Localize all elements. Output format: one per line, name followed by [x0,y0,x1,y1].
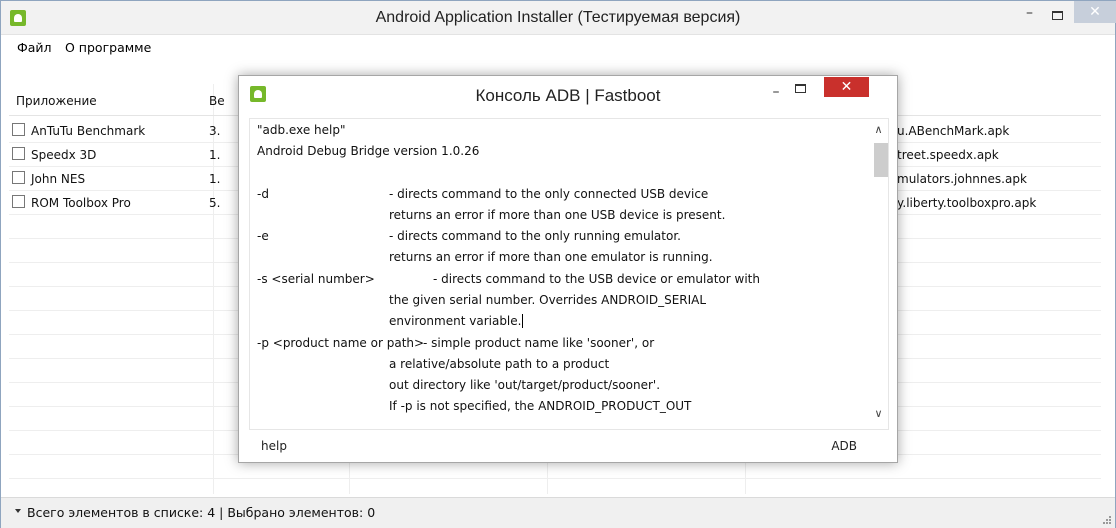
app-file: treet.speedx.apk [897,148,999,162]
maximize-button[interactable] [1044,5,1071,27]
console-line: - directs command to the only connected … [389,187,709,201]
app-file: y.liberty.toolboxpro.apk [897,196,1037,210]
console-line: the given serial number. Overrides ANDRO… [389,293,707,307]
scroll-down-icon[interactable]: ∨ [869,407,888,420]
console-line: If -p is not specified, the ANDROID_PROD… [389,399,692,413]
app-name: John NES [31,172,86,186]
console-close-button[interactable]: ✕ [824,77,869,97]
app-file: mulators.johnnes.apk [897,172,1027,186]
console-title-bar[interactable]: Консоль ADB | Fastboot – ✕ [239,76,897,118]
maximize-icon [795,84,806,93]
title-bar[interactable]: Android Application Installer (Тестируем… [1,1,1116,35]
console-line: returns an error if more than one emulat… [389,250,713,264]
resize-grip-icon[interactable] [1103,516,1111,524]
console-line: -s <serial number> [257,272,375,286]
status-text: Всего элементов в списке: 4 | Выбрано эл… [27,505,376,520]
column-header-version[interactable]: Ве [209,94,225,108]
console-line: returns an error if more than one USB de… [389,208,726,222]
minimize-button[interactable]: – [1016,5,1043,27]
app-version: 1. [209,148,221,162]
scroll-thumb[interactable] [874,143,888,177]
window-title: Android Application Installer (Тестируем… [375,9,741,26]
row-checkbox[interactable] [12,195,25,208]
app-file: u.ABenchMark.apk [897,124,1010,138]
console-line: -p <product name or path> [257,336,425,350]
app-version: 3. [209,124,221,138]
status-bar: Всего элементов в списке: 4 | Выбрано эл… [1,497,1115,528]
row-checkbox[interactable] [12,171,25,184]
console-text-area[interactable]: "adb.exe help" Android Debug Bridge vers… [257,123,857,423]
console-line: - directs command to the only running em… [389,229,681,243]
app-name: AnTuTu Benchmark [31,124,146,138]
adb-console-dialog: Консоль ADB | Fastboot – ✕ "adb.exe help… [238,75,898,463]
app-version: 5. [209,196,221,210]
scroll-up-icon[interactable]: ∧ [869,123,888,136]
console-line: Android Debug Bridge version 1.0.26 [257,144,480,158]
app-name: Speedx 3D [31,148,97,162]
console-line: -d [257,187,269,201]
command-input[interactable]: help [261,439,287,453]
menu-file[interactable]: Файл [17,40,52,55]
console-minimize-button[interactable]: – [766,84,786,100]
console-scrollbar[interactable]: ∧ ∨ [869,119,888,429]
console-line: "adb.exe help" [257,123,346,137]
close-button[interactable]: ✕ [1074,1,1116,23]
console-line-with-caret: environment variable. [389,314,524,328]
console-line: -e [257,229,269,243]
menu-bar: Файл О программе [1,35,1115,61]
dropdown-arrow-icon[interactable] [15,509,21,513]
console-maximize-button[interactable] [795,82,815,96]
text-caret [522,314,524,328]
column-header-app[interactable]: Приложение [16,94,97,108]
menu-about[interactable]: О программе [65,40,151,55]
console-line: a relative/absolute path to a product [389,357,610,371]
console-line: - simple product name like 'sooner', or [423,336,655,350]
app-version: 1. [209,172,221,186]
row-checkbox[interactable] [12,147,25,160]
console-footer: help ADB [239,436,897,462]
mode-label[interactable]: ADB [831,439,857,453]
console-output[interactable]: "adb.exe help" Android Debug Bridge vers… [249,118,889,430]
console-line: environment variable. [389,314,522,328]
console-line: out directory like 'out/target/product/s… [389,378,661,392]
maximize-icon [1052,11,1063,20]
console-line: - directs command to the USB device or e… [433,272,760,286]
row-checkbox[interactable] [12,123,25,136]
app-name: ROM Toolbox Pro [31,196,131,210]
